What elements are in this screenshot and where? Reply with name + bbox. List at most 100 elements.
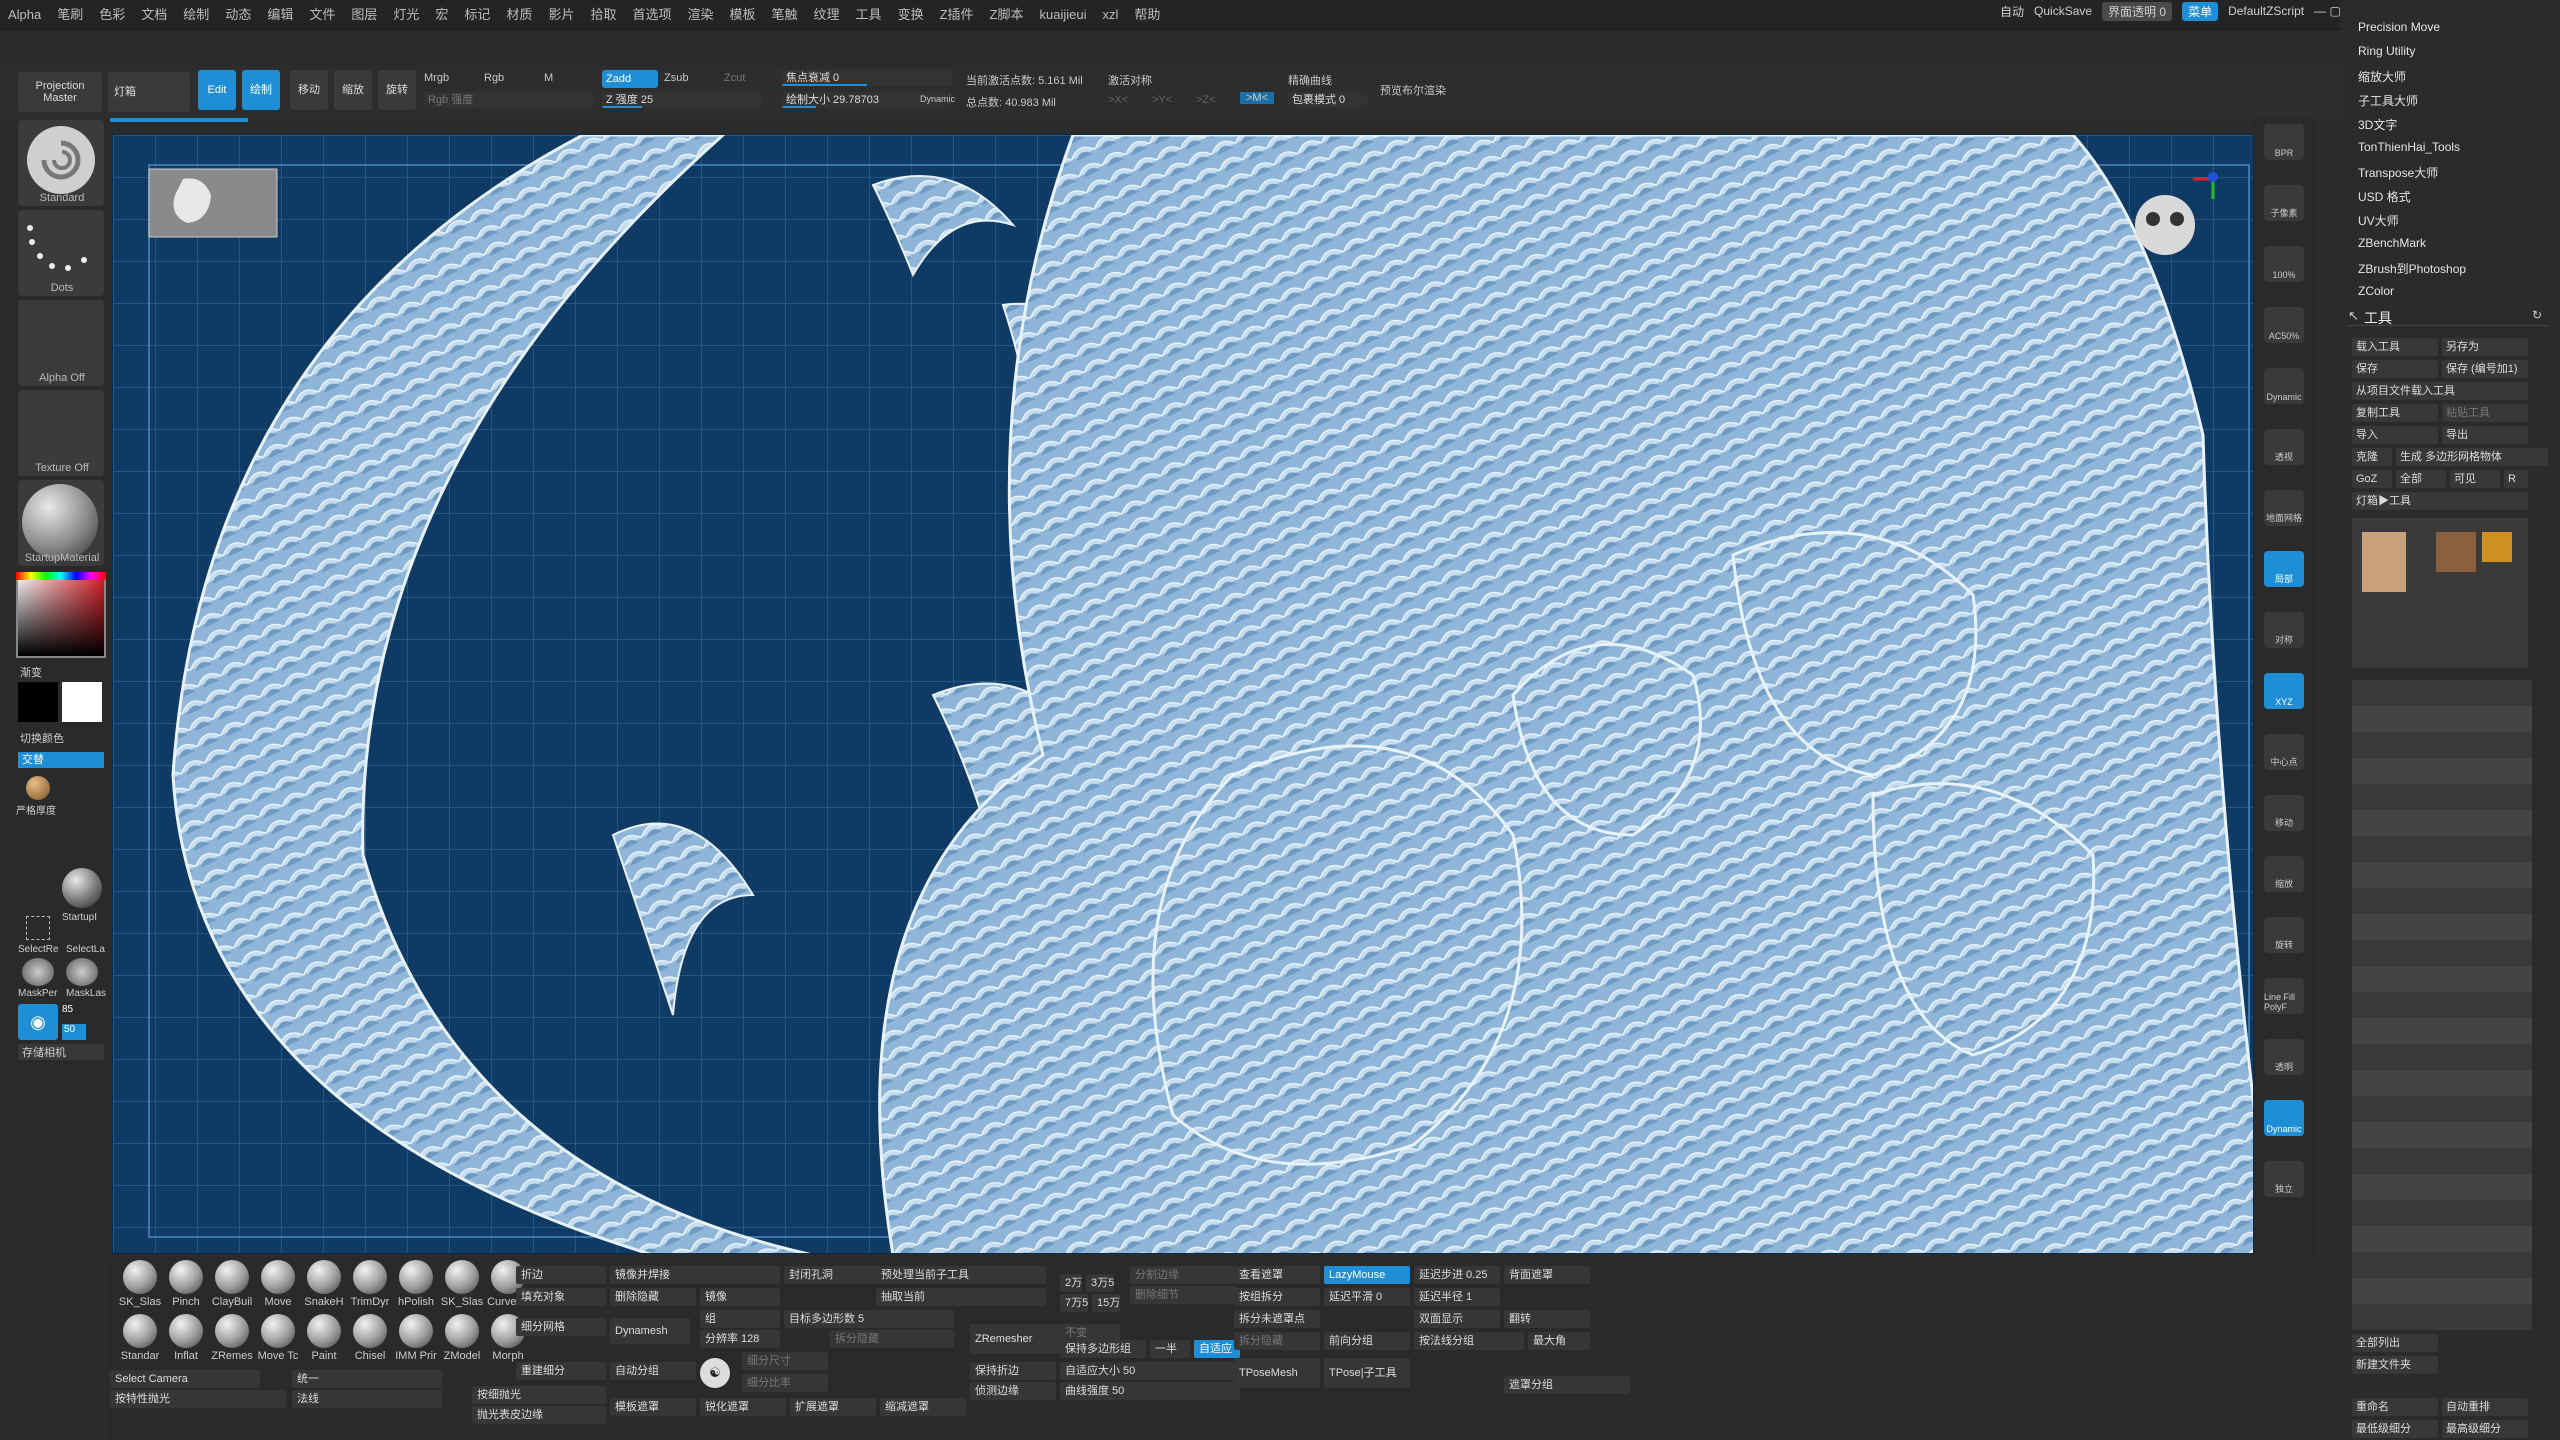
lazyradius-slider[interactable]: 延迟半径 1: [1414, 1288, 1500, 1306]
auto-reorder-button[interactable]: 自动重排: [2442, 1398, 2528, 1416]
menu-item[interactable]: 工具: [848, 0, 890, 30]
view-button[interactable]: Line Fill PolyF: [2264, 978, 2304, 1014]
dynamesh-icon[interactable]: ☯: [700, 1358, 730, 1388]
menu-item[interactable]: 文档: [133, 0, 175, 30]
brush-button[interactable]: Inflat: [164, 1314, 208, 1362]
view-button[interactable]: Dynamic: [2264, 368, 2304, 404]
fill-object-button[interactable]: 填充对象: [516, 1288, 606, 1306]
strict-thickness-label[interactable]: 严格厚度: [16, 802, 56, 817]
canvas-viewport[interactable]: [112, 134, 2254, 1254]
zadd-button[interactable]: Zadd: [602, 70, 658, 88]
same-button[interactable]: 不变: [1060, 1324, 1120, 1342]
lazystep-slider[interactable]: 延迟步进 0.25: [1414, 1266, 1500, 1284]
unify-button[interactable]: 统一: [292, 1370, 442, 1388]
camera-num2[interactable]: 50: [62, 1024, 86, 1040]
lazymouse-button[interactable]: LazyMouse: [1324, 1266, 1410, 1284]
menu-item[interactable]: Alpha: [0, 0, 49, 30]
extract-current-button[interactable]: 抽取当前: [876, 1288, 1046, 1306]
subdiv-mesh-button[interactable]: 细分网格: [516, 1318, 606, 1336]
curve-strength-slider[interactable]: 曲线强度 50: [1060, 1382, 1240, 1400]
brush-button[interactable]: ZRemes: [210, 1314, 254, 1362]
subtool-list[interactable]: [2352, 680, 2532, 1330]
menu-item[interactable]: 帮助: [1126, 0, 1168, 30]
save-inc-button[interactable]: 保存 (编号加1): [2442, 360, 2528, 378]
half-button[interactable]: 一半: [1150, 1340, 1190, 1358]
crease-button[interactable]: 折边: [516, 1266, 606, 1284]
double-sided-button[interactable]: 双面显示: [1414, 1310, 1500, 1328]
subdiv-smooth-button[interactable]: 按细抛光: [472, 1386, 606, 1404]
view-button[interactable]: 独立: [2264, 1161, 2304, 1197]
max-angle-slider[interactable]: 最大角: [1528, 1332, 1590, 1350]
move-button[interactable]: 移动: [290, 70, 328, 110]
menu-item[interactable]: xzl: [1094, 0, 1126, 30]
mask-group-button[interactable]: 遮罩分组: [1504, 1376, 1630, 1394]
ui-opacity-slider[interactable]: 界面透明 0: [2102, 1, 2173, 21]
view-button[interactable]: BPR: [2264, 124, 2304, 160]
tool-thumbnails[interactable]: [2352, 518, 2528, 668]
tpose-subtool-button[interactable]: TPose|子工具: [1324, 1358, 1410, 1388]
plugin-item[interactable]: UV大师: [2358, 212, 2399, 229]
keep-groups-button[interactable]: 保持多边形组: [1060, 1340, 1146, 1358]
secondary-color[interactable]: [62, 682, 102, 722]
mirror-button[interactable]: 镜像: [700, 1288, 780, 1306]
tool-header[interactable]: ↖ 工具 ↻: [2348, 306, 2548, 326]
menu-item[interactable]: kuaijieui: [1031, 0, 1094, 30]
scale-button[interactable]: 缩放: [334, 70, 372, 110]
view-button[interactable]: 中心点: [2264, 734, 2304, 770]
save-camera-button[interactable]: 存储相机: [18, 1044, 104, 1060]
back-mask-button[interactable]: 背面遮罩: [1504, 1266, 1590, 1284]
view-mask-button[interactable]: 查看遮罩: [1234, 1266, 1320, 1284]
menu-item[interactable]: 纹理: [806, 0, 848, 30]
view-button[interactable]: 缩放: [2264, 856, 2304, 892]
group-front-button[interactable]: 前向分组: [1324, 1332, 1410, 1350]
plugin-item[interactable]: 3D文字: [2358, 116, 2397, 133]
brush-button[interactable]: Standar: [118, 1314, 162, 1362]
del-hidden-button[interactable]: 删除隐藏: [610, 1288, 696, 1306]
list-all-button[interactable]: 全部列出: [2352, 1334, 2438, 1352]
clone-button[interactable]: 克隆: [2352, 448, 2392, 466]
view-button[interactable]: 地面网格: [2264, 490, 2304, 526]
subdiv-size-slider[interactable]: 细分尺寸: [742, 1352, 828, 1370]
menu-item[interactable]: 动态: [217, 0, 259, 30]
del-edge-button[interactable]: 删除细节: [1130, 1286, 1236, 1304]
preview-current-button[interactable]: 预处理当前子工具: [876, 1266, 1046, 1284]
brush-button[interactable]: SK_Slas: [118, 1260, 162, 1308]
import-button[interactable]: 导入: [2352, 426, 2438, 444]
target-poly-slider[interactable]: 目标多边形数 5: [784, 1310, 954, 1328]
brush-button[interactable]: SnakeH: [302, 1260, 346, 1308]
zsub-button[interactable]: Zsub: [664, 72, 688, 84]
view-button[interactable]: 子像素: [2264, 185, 2304, 221]
brush-button[interactable]: ClayBuil: [210, 1260, 254, 1308]
menu-item[interactable]: 灯光: [385, 0, 427, 30]
switch-color-button[interactable]: 切换颜色: [20, 730, 64, 746]
preview-bool-button[interactable]: 预览布尔渲染: [1380, 82, 1446, 98]
menu-item[interactable]: 色彩: [91, 0, 133, 30]
m-axis-button[interactable]: >M<: [1240, 92, 1275, 104]
tool-thumb-1[interactable]: [2362, 532, 2406, 592]
lazysmooth-slider[interactable]: 延迟平滑 0: [1324, 1288, 1410, 1306]
resolution-slider[interactable]: 分辨率 128: [700, 1330, 780, 1348]
menu-item[interactable]: 模板: [722, 0, 764, 30]
view-button[interactable]: 透视: [2264, 429, 2304, 465]
view-button[interactable]: 移动: [2264, 795, 2304, 831]
plugin-item[interactable]: ZBenchMark: [2358, 236, 2426, 250]
dynamic-toggle[interactable]: Dynamic: [920, 94, 955, 104]
z-axis-button[interactable]: >Z<: [1196, 94, 1216, 106]
save-as-button[interactable]: 另存为: [2442, 338, 2528, 356]
zremesher-button[interactable]: ZRemesher: [970, 1324, 1060, 1354]
group-button[interactable]: 组: [700, 1310, 780, 1328]
view-button[interactable]: 对称: [2264, 612, 2304, 648]
menu-item[interactable]: Z脚本: [982, 0, 1032, 30]
zcut-button[interactable]: Zcut: [724, 72, 745, 84]
color-picker[interactable]: [16, 572, 106, 658]
sharpen-mask-button[interactable]: 锐化遮罩: [700, 1398, 786, 1416]
tool-thumb-2[interactable]: [2436, 532, 2476, 572]
keep-creases-button[interactable]: 保持折边: [970, 1362, 1056, 1380]
symmetry-button[interactable]: 激活对称: [1108, 72, 1152, 88]
group-by-normal-button[interactable]: 按法线分组: [1414, 1332, 1524, 1350]
view-button[interactable]: 透明: [2264, 1039, 2304, 1075]
detect-edges-button[interactable]: 侦测边缘: [970, 1382, 1056, 1400]
goz-all-button[interactable]: 全部: [2396, 470, 2446, 488]
plugin-item[interactable]: Precision Move: [2358, 20, 2440, 34]
plugin-item[interactable]: ZBrush到Photoshop: [2358, 260, 2466, 277]
